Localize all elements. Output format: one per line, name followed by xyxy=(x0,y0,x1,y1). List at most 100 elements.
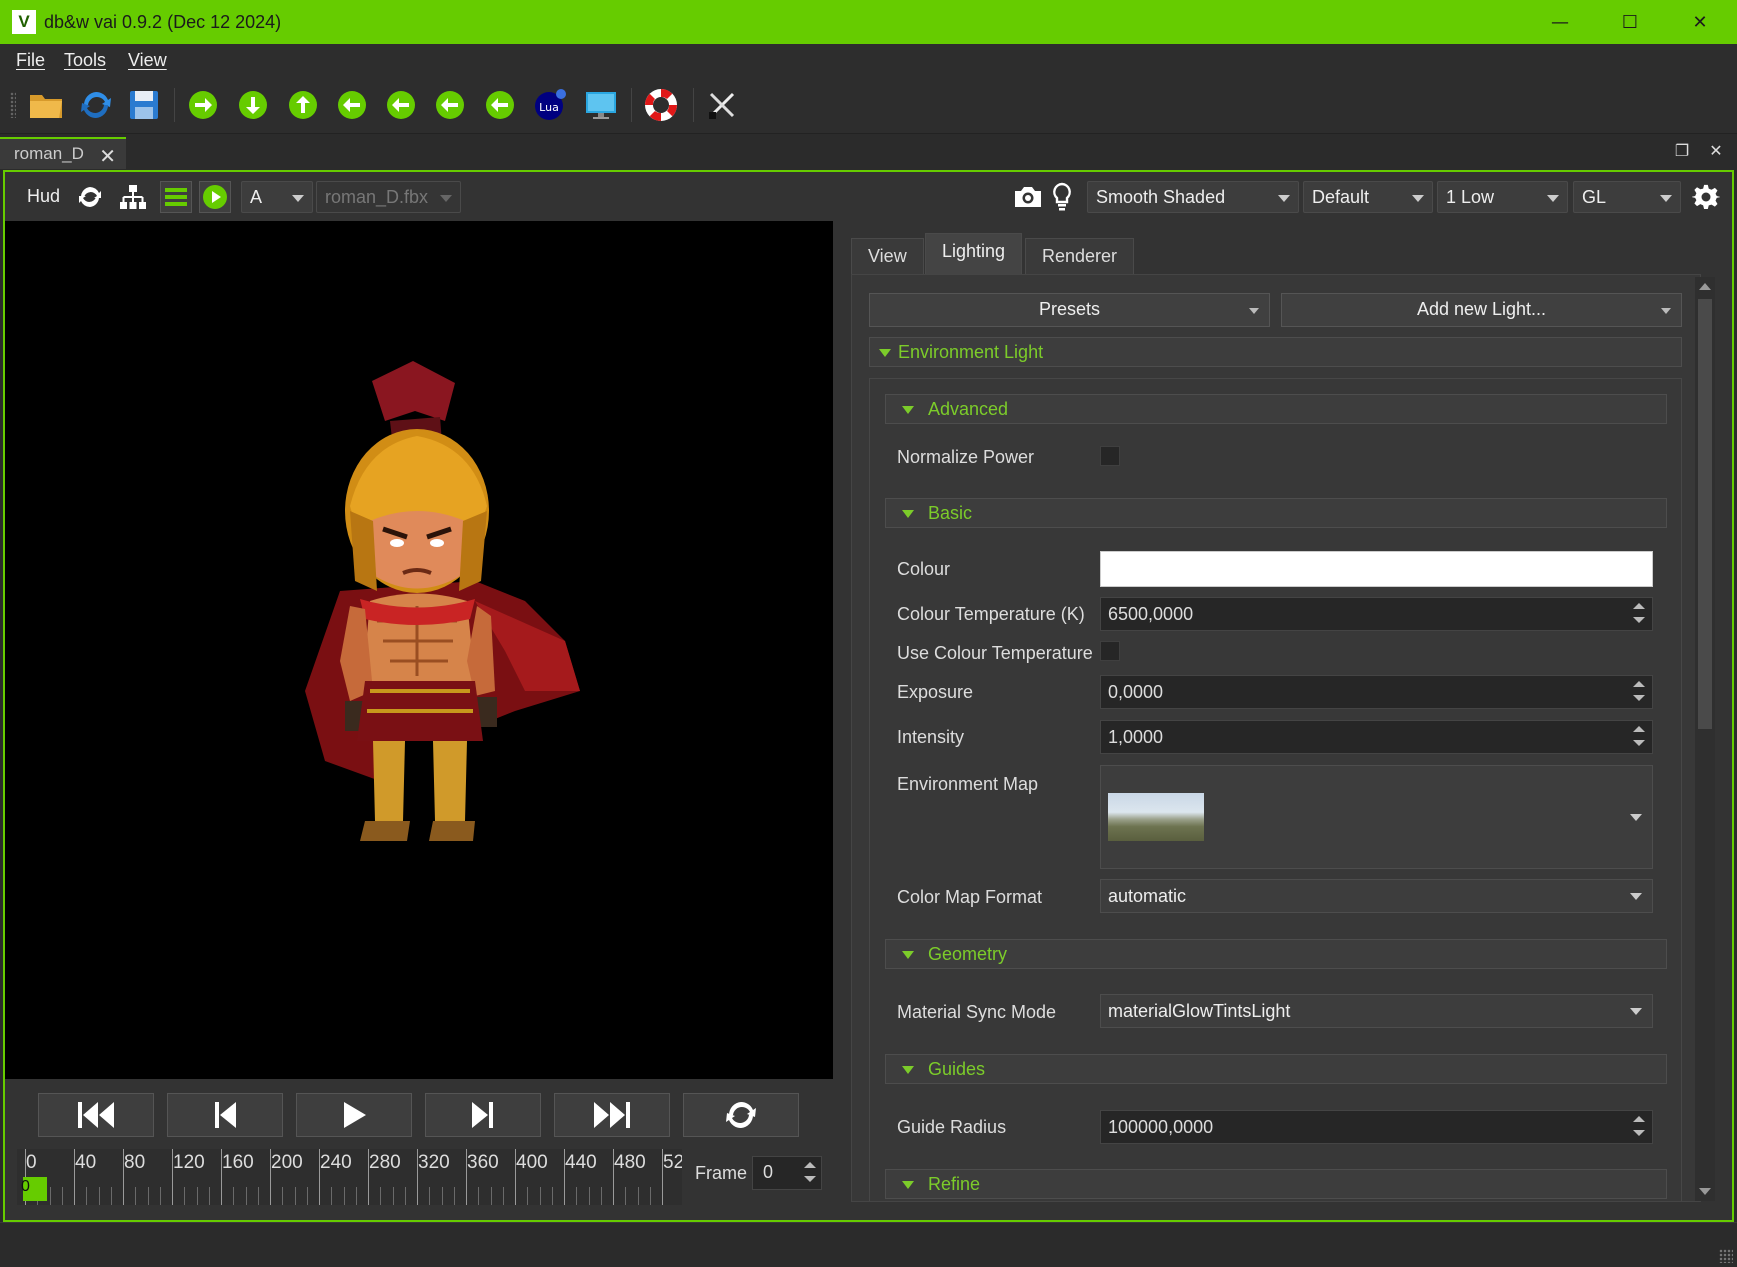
save-icon[interactable] xyxy=(124,85,164,125)
environment-light-body: Advanced Normalize Power Basic Colour Co… xyxy=(869,378,1682,1201)
timeline-label: 480 xyxy=(614,1152,646,1173)
section-refine-title: Refine xyxy=(928,1174,981,1194)
add-new-light-button[interactable]: Add new Light... xyxy=(1281,293,1682,327)
section-guides[interactable]: Guides xyxy=(885,1054,1667,1084)
arrow-left-icon[interactable] xyxy=(381,85,421,125)
normalize-power-checkbox[interactable] xyxy=(1100,446,1120,466)
material-sync-mode-select[interactable]: materialGlowTintsLight xyxy=(1100,994,1653,1028)
section-geometry[interactable]: Geometry xyxy=(885,939,1667,969)
maximize-button[interactable]: ☐ xyxy=(1595,0,1665,44)
arrow-down-icon[interactable] xyxy=(233,85,273,125)
environment-map-select[interactable] xyxy=(1100,765,1653,869)
chevron-down-icon xyxy=(292,195,304,202)
spin-arrows-icon[interactable] xyxy=(1632,679,1646,705)
tab-view[interactable]: View xyxy=(851,238,924,274)
colour-label: Colour xyxy=(897,559,951,579)
use-colour-temperature-label: Use Colour Temperature xyxy=(897,643,1093,663)
shading-mode-select[interactable]: Smooth Shaded xyxy=(1087,181,1299,213)
menu-file[interactable]: File xyxy=(16,50,45,71)
close-window-button[interactable]: ✕ xyxy=(1665,0,1735,44)
minimize-button[interactable]: — xyxy=(1525,0,1595,44)
timeline-scrubber[interactable]: 0 40 80 120 160 200 240 280 320 360 400 … xyxy=(17,1149,682,1205)
graphics-api-value: GL xyxy=(1582,187,1607,207)
section-environment-light[interactable]: Environment Light xyxy=(869,337,1682,367)
arrow-right-icon[interactable] xyxy=(183,85,223,125)
loop-button[interactable] xyxy=(683,1093,799,1137)
chevron-down-icon xyxy=(1630,1008,1642,1015)
toolbar-separator xyxy=(174,88,175,122)
hud-toggle[interactable]: Hud xyxy=(27,186,60,207)
scroll-up-icon[interactable] xyxy=(1699,283,1711,290)
play-button[interactable] xyxy=(296,1093,412,1137)
arrow-up-icon[interactable] xyxy=(283,85,323,125)
resize-grip-icon[interactable] xyxy=(1719,1249,1733,1263)
arrow-left-icon[interactable] xyxy=(480,85,520,125)
lifebuoy-icon[interactable] xyxy=(641,85,681,125)
use-colour-temperature-checkbox[interactable] xyxy=(1100,641,1120,661)
lua-icon[interactable]: Lua xyxy=(531,85,571,125)
section-environment-light-title: Environment Light xyxy=(898,342,1044,362)
section-basic[interactable]: Basic xyxy=(885,498,1667,528)
title-bar: V db&w vai 0.9.2 (Dec 12 2024) — ☐ ✕ xyxy=(0,0,1737,44)
exposure-spinbox[interactable]: 0,0000 xyxy=(1100,675,1653,709)
arrow-left-icon[interactable] xyxy=(332,85,372,125)
refresh-icon[interactable] xyxy=(74,181,106,213)
scroll-down-icon[interactable] xyxy=(1699,1188,1711,1195)
3d-viewport[interactable] xyxy=(5,221,833,1079)
float-panel-icon[interactable]: ❐ xyxy=(1672,141,1692,161)
reload-icon[interactable] xyxy=(76,85,116,125)
properties-scrollbar[interactable] xyxy=(1695,277,1715,1201)
lightbulb-icon[interactable] xyxy=(1046,181,1078,213)
step-back-button[interactable] xyxy=(167,1093,283,1137)
section-advanced[interactable]: Advanced xyxy=(885,394,1667,424)
tools-icon[interactable] xyxy=(702,85,742,125)
hierarchy-icon[interactable] xyxy=(117,181,149,213)
frame-spinbox[interactable]: 0 xyxy=(752,1156,822,1190)
camera-icon[interactable] xyxy=(1012,181,1044,213)
quality-select[interactable]: 1 Low xyxy=(1437,181,1568,213)
timeline-label: 0 xyxy=(26,1152,37,1173)
menu-view[interactable]: View xyxy=(128,50,167,71)
monitor-icon[interactable] xyxy=(581,85,621,125)
add-new-light-label: Add new Light... xyxy=(1416,299,1547,319)
color-map-format-select[interactable]: automatic xyxy=(1100,879,1653,913)
step-forward-button[interactable] xyxy=(425,1093,541,1137)
skip-to-start-button[interactable] xyxy=(38,1093,154,1137)
animation-select[interactable]: A xyxy=(241,181,313,213)
color-map-format-value: automatic xyxy=(1108,886,1187,906)
scrollbar-thumb[interactable] xyxy=(1698,299,1712,729)
menu-tools[interactable]: Tools xyxy=(64,50,106,71)
tab-renderer[interactable]: Renderer xyxy=(1025,238,1135,274)
arrow-left-icon[interactable] xyxy=(430,85,470,125)
graphics-api-select[interactable]: GL xyxy=(1573,181,1681,213)
collapse-triangle-icon xyxy=(902,1181,914,1189)
step-back-icon xyxy=(215,1102,236,1128)
intensity-spinbox[interactable]: 1,0000 xyxy=(1100,720,1653,754)
skip-to-end-button[interactable] xyxy=(554,1093,670,1137)
colour-swatch[interactable] xyxy=(1100,551,1653,587)
intensity-label: Intensity xyxy=(897,727,965,747)
toolbar-grip[interactable] xyxy=(10,92,16,118)
list-icon[interactable] xyxy=(160,181,192,213)
spin-arrows-icon[interactable] xyxy=(1632,724,1646,750)
document-tab-roman-d[interactable]: roman_D ✕ xyxy=(0,137,126,169)
guide-radius-spinbox[interactable]: 100000,0000 xyxy=(1100,1110,1653,1144)
spin-arrows-icon[interactable] xyxy=(1632,601,1646,627)
presets-button[interactable]: Presets xyxy=(869,293,1270,327)
spin-arrows-icon[interactable] xyxy=(1632,1114,1646,1140)
close-panel-icon[interactable]: ✕ xyxy=(1706,141,1726,161)
play-animation-icon[interactable] xyxy=(199,181,231,213)
normalize-power-label: Normalize Power xyxy=(897,447,1035,467)
close-icon[interactable]: ✕ xyxy=(99,144,116,169)
open-folder-icon[interactable] xyxy=(26,85,66,125)
toolbar-separator xyxy=(693,88,694,122)
timeline-cursor[interactable]: 0 xyxy=(21,1177,47,1201)
gear-icon[interactable] xyxy=(1690,181,1722,213)
tab-lighting[interactable]: Lighting xyxy=(925,233,1023,275)
profile-select[interactable]: Default xyxy=(1303,181,1433,213)
colour-temperature-spinbox[interactable]: 6500,0000 xyxy=(1100,597,1653,631)
chevron-down-icon xyxy=(1661,308,1671,314)
section-refine[interactable]: Refine xyxy=(885,1169,1667,1199)
spin-arrows-icon[interactable] xyxy=(803,1160,817,1186)
timeline-label: 240 xyxy=(320,1152,352,1173)
